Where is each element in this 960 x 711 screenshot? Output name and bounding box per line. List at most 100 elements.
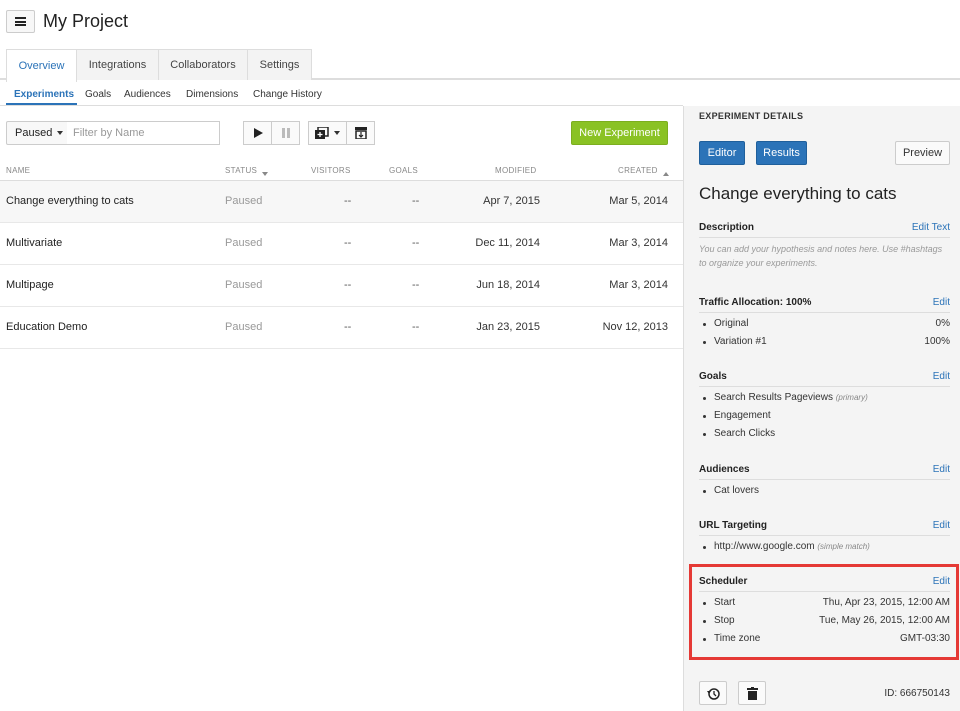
status-filter-value: Paused — [15, 127, 53, 139]
col-status-label: STATUS — [225, 166, 258, 175]
edit-traffic-link[interactable]: Edit — [933, 297, 950, 308]
list-item: Engagement — [699, 407, 950, 425]
history-button[interactable] — [699, 681, 727, 705]
experiment-modified: Apr 7, 2015 — [483, 195, 540, 207]
archive-button[interactable] — [346, 121, 375, 145]
variation-name: Variation #1 — [714, 336, 767, 347]
goal-note: (primary) — [835, 393, 868, 402]
pause-button[interactable] — [271, 121, 300, 145]
url-list: http://www.google.com (simple match) — [699, 538, 950, 556]
list-item: Search Clicks — [699, 425, 950, 443]
experiment-status: Paused — [225, 321, 263, 333]
section-header: Traffic Allocation: 100% Edit — [699, 295, 950, 313]
col-created-label: CREATED — [618, 166, 658, 175]
experiment-name: Education Demo — [6, 321, 88, 333]
section-header: Audiences Edit — [699, 462, 950, 480]
table-row[interactable]: Education Demo Paused -- -- Jan 23, 2015… — [0, 307, 683, 349]
experiment-created: Mar 5, 2014 — [609, 195, 668, 207]
list-item: Cat lovers — [699, 482, 950, 500]
experiment-created: Nov 12, 2013 — [602, 321, 668, 333]
edit-text-link[interactable]: Edit Text — [912, 222, 950, 233]
url-targeting-label: URL Targeting — [699, 520, 767, 531]
edit-url-targeting-link[interactable]: Edit — [933, 520, 950, 531]
editor-button[interactable]: Editor — [699, 141, 745, 165]
description-text[interactable]: You can add your hypothesis and notes he… — [699, 242, 950, 270]
details-header: EXPERIMENT DETAILS — [699, 111, 804, 121]
main-tabs: Overview Integrations Collaborators Sett… — [0, 49, 960, 82]
caret-down-icon — [262, 172, 269, 176]
variation-value: 0% — [935, 318, 950, 329]
url-match-type: (simple match) — [817, 542, 870, 551]
play-icon — [253, 128, 263, 138]
url-value: http://www.google.com — [714, 541, 815, 552]
subtab-audiences[interactable]: Audiences — [124, 89, 171, 100]
col-created[interactable]: CREATED — [618, 166, 669, 176]
experiment-visitors: -- — [344, 237, 352, 249]
experiment-visitors: -- — [344, 195, 352, 207]
experiment-visitors: -- — [344, 279, 352, 291]
experiment-goals: -- — [412, 195, 420, 207]
experiment-status: Paused — [225, 195, 263, 207]
experiment-id: ID: 666750143 — [884, 688, 950, 699]
sub-tabs: Experiments Goals Audiences Dimensions C… — [0, 82, 683, 106]
pause-icon — [281, 128, 290, 138]
section-header: Description Edit Text — [699, 220, 950, 238]
variation-value: 100% — [924, 336, 950, 347]
section-header: URL Targeting Edit — [699, 518, 950, 536]
delete-button[interactable] — [738, 681, 766, 705]
experiment-visitors: -- — [344, 321, 352, 333]
tab-overview[interactable]: Overview — [6, 49, 77, 82]
goals-list: Search Results Pageviews (primary) Engag… — [699, 389, 950, 443]
filter-by-name-input[interactable] — [67, 121, 220, 145]
goal-name: Engagement — [714, 410, 771, 421]
description-section: Description Edit Text You can add your h… — [699, 220, 950, 270]
experiment-created: Mar 3, 2014 — [609, 279, 668, 291]
history-icon — [706, 687, 720, 700]
col-modified[interactable]: MODIFIED — [495, 166, 537, 175]
table-row[interactable]: Change everything to cats Paused -- -- A… — [0, 181, 683, 223]
table-row[interactable]: Multipage Paused -- -- Jun 18, 2014 Mar … — [0, 265, 683, 307]
subtab-change-history[interactable]: Change History — [253, 89, 322, 100]
goal-name: Search Clicks — [714, 428, 776, 439]
hamburger-icon — [15, 17, 26, 26]
experiment-toolbar: Paused New Experiment — [0, 121, 683, 145]
results-button[interactable]: Results — [756, 141, 807, 165]
audiences-label: Audiences — [699, 464, 750, 475]
table-row[interactable]: Multivariate Paused -- -- Dec 11, 2014 M… — [0, 223, 683, 265]
list-item: Original 0% — [699, 315, 950, 333]
tab-integrations[interactable]: Integrations — [76, 49, 159, 80]
edit-goals-link[interactable]: Edit — [933, 371, 950, 382]
experiment-created: Mar 3, 2014 — [609, 237, 668, 249]
edit-audiences-link[interactable]: Edit — [933, 464, 950, 475]
tab-collaborators[interactable]: Collaborators — [158, 49, 248, 80]
status-filter-dropdown[interactable]: Paused — [6, 121, 68, 145]
experiment-name: Multipage — [6, 279, 54, 291]
section-header: Goals Edit — [699, 369, 950, 387]
experiment-title: Change everything to cats — [699, 184, 897, 203]
col-status[interactable]: STATUS — [225, 166, 269, 176]
url-targeting-section: URL Targeting Edit http://www.google.com… — [699, 518, 950, 556]
start-button[interactable] — [243, 121, 272, 145]
col-name[interactable]: NAME — [6, 166, 30, 175]
caret-up-icon — [662, 172, 669, 176]
traffic-list: Original 0% Variation #1 100% — [699, 315, 950, 351]
col-visitors[interactable]: VISITORS — [311, 166, 351, 175]
preview-button[interactable]: Preview — [895, 141, 950, 165]
duplicate-icon — [315, 127, 329, 139]
list-item: Search Results Pageviews (primary) — [699, 389, 950, 407]
tab-settings[interactable]: Settings — [247, 49, 312, 80]
goals-section: Goals Edit Search Results Pageviews (pri… — [699, 369, 950, 443]
experiment-goals: -- — [412, 237, 420, 249]
subtab-goals[interactable]: Goals — [85, 89, 111, 100]
table-header: NAME STATUS VISITORS GOALS MODIFIED CREA… — [0, 160, 683, 181]
col-goals[interactable]: GOALS — [389, 166, 418, 175]
subtab-experiments[interactable]: Experiments — [14, 89, 74, 100]
duplicate-menu-button[interactable] — [308, 121, 347, 145]
experiment-name: Change everything to cats — [6, 195, 134, 207]
list-item: http://www.google.com (simple match) — [699, 538, 950, 556]
new-experiment-button[interactable]: New Experiment — [571, 121, 668, 145]
subtab-dimensions[interactable]: Dimensions — [186, 89, 238, 100]
experiment-name: Multivariate — [6, 237, 63, 249]
active-subtab-indicator — [6, 103, 77, 105]
hamburger-menu-button[interactable] — [6, 10, 35, 33]
